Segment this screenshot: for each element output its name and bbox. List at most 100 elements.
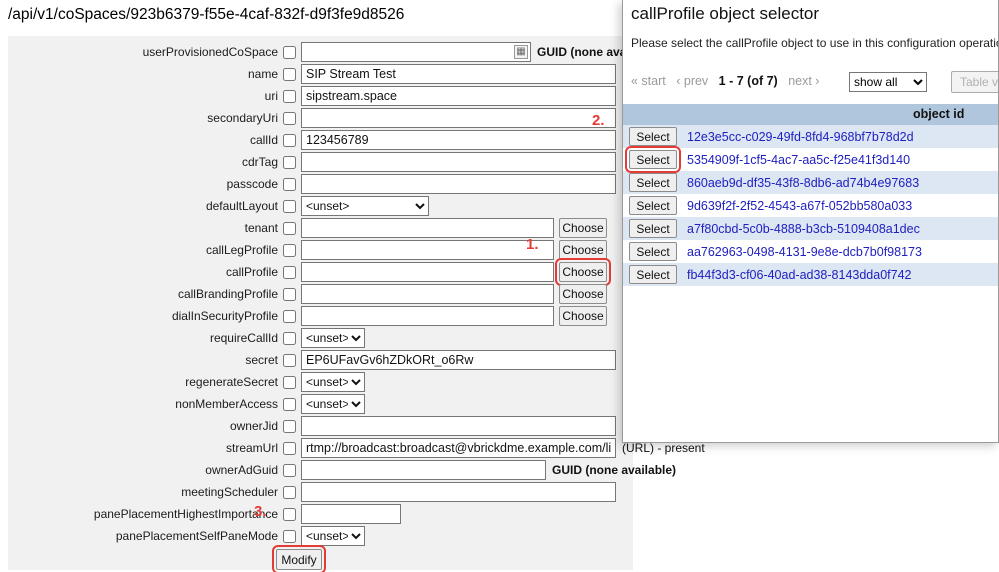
form-row-uri: uri bbox=[8, 85, 633, 107]
field-label: secondaryUri bbox=[207, 111, 278, 125]
streamUrl-checkbox[interactable] bbox=[283, 441, 296, 455]
field-label: panePlacementSelfPaneMode bbox=[115, 529, 278, 543]
pager-prev-link[interactable]: ‹ prev bbox=[676, 74, 708, 88]
field-label: name bbox=[247, 67, 278, 81]
requireCallId-checkbox[interactable] bbox=[283, 331, 296, 345]
object-id-column-header: object id bbox=[913, 107, 965, 121]
callProfile-input[interactable] bbox=[301, 262, 554, 282]
passcode-input[interactable] bbox=[301, 174, 616, 194]
form-row-ownerAdGuid: ownerAdGuid GUID (none available) bbox=[8, 459, 676, 481]
regenerateSecret-select[interactable]: <unset> bbox=[301, 372, 365, 392]
pager-start-link[interactable]: « start bbox=[631, 74, 666, 88]
callLegProfile-input[interactable] bbox=[301, 240, 554, 260]
callBrandingProfile-input[interactable] bbox=[301, 284, 554, 304]
userProvisionedCoSpace-input[interactable] bbox=[301, 42, 531, 62]
uri-checkbox[interactable] bbox=[283, 89, 296, 103]
select-object-button[interactable]: Select bbox=[629, 242, 677, 261]
form-row-ownerJid: ownerJid bbox=[8, 415, 633, 437]
callProfile-checkbox[interactable] bbox=[283, 265, 296, 279]
defaultLayout-checkbox[interactable] bbox=[283, 199, 296, 213]
userProvisionedCoSpace-checkbox[interactable] bbox=[283, 45, 296, 59]
table-view-button[interactable]: Table view bbox=[951, 71, 998, 93]
form-row-panePlacementSelfPaneMode: panePlacementSelfPaneMode <unset> bbox=[8, 525, 633, 547]
ownerAdGuid-input[interactable] bbox=[301, 460, 546, 480]
panePlacementSelfPaneMode-select[interactable]: <unset> bbox=[301, 526, 365, 546]
modify-button[interactable]: Modify bbox=[272, 545, 326, 572]
meetingScheduler-input[interactable] bbox=[301, 482, 616, 502]
guid-picker-icon[interactable]: ▦ bbox=[514, 45, 528, 59]
secret-input[interactable] bbox=[301, 350, 616, 370]
callLegProfile-choose-button[interactable]: Choose bbox=[559, 240, 607, 260]
callId-input[interactable] bbox=[301, 130, 616, 150]
select-object-button[interactable]: Select bbox=[625, 146, 681, 173]
object-id-link[interactable]: 860aeb9d-df35-43f8-8db6-ad74b4e97683 bbox=[687, 176, 919, 190]
requireCallId-select[interactable]: <unset> bbox=[301, 328, 365, 348]
panePlacementSelfPaneMode-checkbox[interactable] bbox=[283, 529, 296, 543]
regenerateSecret-checkbox[interactable] bbox=[283, 375, 296, 389]
dialInSecurityProfile-choose-button[interactable]: Choose bbox=[559, 306, 607, 326]
select-object-button[interactable]: Select bbox=[629, 173, 677, 192]
select-object-button[interactable]: Select bbox=[629, 127, 677, 146]
field-label: callProfile bbox=[225, 265, 278, 279]
nonMemberAccess-checkbox[interactable] bbox=[283, 397, 296, 411]
ownerJid-checkbox[interactable] bbox=[283, 419, 296, 433]
panePlacementHighestImportance-checkbox[interactable] bbox=[283, 507, 296, 521]
object-id-link[interactable]: aa762963-0498-4131-9e8e-dcb7b0f98173 bbox=[687, 245, 922, 259]
field-label: panePlacementHighestImportance bbox=[93, 507, 278, 521]
secondaryUri-checkbox[interactable] bbox=[283, 111, 296, 125]
streamUrl-input[interactable] bbox=[301, 438, 616, 458]
form-row-dialInSecurityProfile: dialInSecurityProfile Choose bbox=[8, 305, 633, 327]
object-id-link[interactable]: a7f80cbd-5c0b-4888-b3cb-5109408a1dec bbox=[687, 222, 920, 236]
tenant-choose-button[interactable]: Choose bbox=[559, 218, 607, 238]
callBrandingProfile-choose-button[interactable]: Choose bbox=[559, 284, 607, 304]
form-row-callLegProfile: callLegProfile Choose bbox=[8, 239, 633, 261]
form-row-regenerateSecret: regenerateSecret <unset> bbox=[8, 371, 633, 393]
cdrTag-input[interactable] bbox=[301, 152, 616, 172]
object-id-link[interactable]: 12e3e5cc-c029-49fd-8fd4-968bf7b78d2d bbox=[687, 130, 914, 144]
callId-checkbox[interactable] bbox=[283, 133, 296, 147]
select-object-button[interactable]: Select bbox=[629, 265, 677, 284]
object-row: Select 9d639f2f-2f52-4543-a67f-052bb580a0… bbox=[623, 194, 998, 217]
dialInSecurityProfile-checkbox[interactable] bbox=[283, 309, 296, 323]
dialInSecurityProfile-input[interactable] bbox=[301, 306, 554, 326]
form-row-requireCallId: requireCallId <unset> bbox=[8, 327, 633, 349]
secret-checkbox[interactable] bbox=[283, 353, 296, 367]
callLegProfile-checkbox[interactable] bbox=[283, 243, 296, 257]
form-row-callId: callId bbox=[8, 129, 633, 151]
name-checkbox[interactable] bbox=[283, 67, 296, 81]
field-label: meetingScheduler bbox=[181, 485, 278, 499]
tenant-input[interactable] bbox=[301, 218, 554, 238]
object-id-link[interactable]: 9d639f2f-2f52-4543-a67f-052bb580a033 bbox=[687, 199, 912, 213]
form-row-meetingScheduler: meetingScheduler bbox=[8, 481, 633, 503]
callProfile-choose-button[interactable]: Choose bbox=[555, 258, 611, 286]
form-row-name: name bbox=[8, 63, 633, 85]
object-row: Select 12e3e5cc-c029-49fd-8fd4-968bf7b78d… bbox=[623, 125, 998, 148]
panePlacementHighestImportance-input[interactable] bbox=[301, 504, 401, 524]
select-object-button[interactable]: Select bbox=[629, 196, 677, 215]
select-object-button[interactable]: Select bbox=[629, 219, 677, 238]
ownerAdGuid-checkbox[interactable] bbox=[283, 463, 296, 477]
callBrandingProfile-checkbox[interactable] bbox=[283, 287, 296, 301]
field-label: callLegProfile bbox=[205, 243, 278, 257]
secondaryUri-input[interactable] bbox=[301, 108, 616, 128]
meetingScheduler-checkbox[interactable] bbox=[283, 485, 296, 499]
nonMemberAccess-select[interactable]: <unset> bbox=[301, 394, 365, 414]
cdrTag-checkbox[interactable] bbox=[283, 155, 296, 169]
field-label: streamUrl bbox=[225, 441, 278, 455]
tenant-checkbox[interactable] bbox=[283, 221, 296, 235]
name-input[interactable] bbox=[301, 64, 616, 84]
filter-select[interactable]: show all bbox=[849, 72, 927, 92]
annotation-step-2: 2. bbox=[592, 112, 605, 129]
uri-input[interactable] bbox=[301, 86, 616, 106]
ownerJid-input[interactable] bbox=[301, 416, 616, 436]
form-row-userProvisionedCoSpace: userProvisionedCoSpace ▦ GUID (none availa… bbox=[8, 41, 661, 63]
passcode-checkbox[interactable] bbox=[283, 177, 296, 191]
object-id-link[interactable]: fb44f3d3-cf06-40ad-ad38-8143dda0f742 bbox=[687, 268, 912, 282]
form-row-passcode: passcode bbox=[8, 173, 633, 195]
pager-next-link[interactable]: next › bbox=[788, 74, 819, 88]
object-id-link[interactable]: 5354909f-1cf5-4ac7-aa5c-f25e41f3d140 bbox=[687, 153, 910, 167]
defaultLayout-select[interactable]: <unset> bbox=[301, 196, 429, 216]
form-row-defaultLayout: defaultLayout <unset> bbox=[8, 195, 633, 217]
form-row-secret: secret bbox=[8, 349, 633, 371]
field-label: passcode bbox=[226, 177, 278, 191]
